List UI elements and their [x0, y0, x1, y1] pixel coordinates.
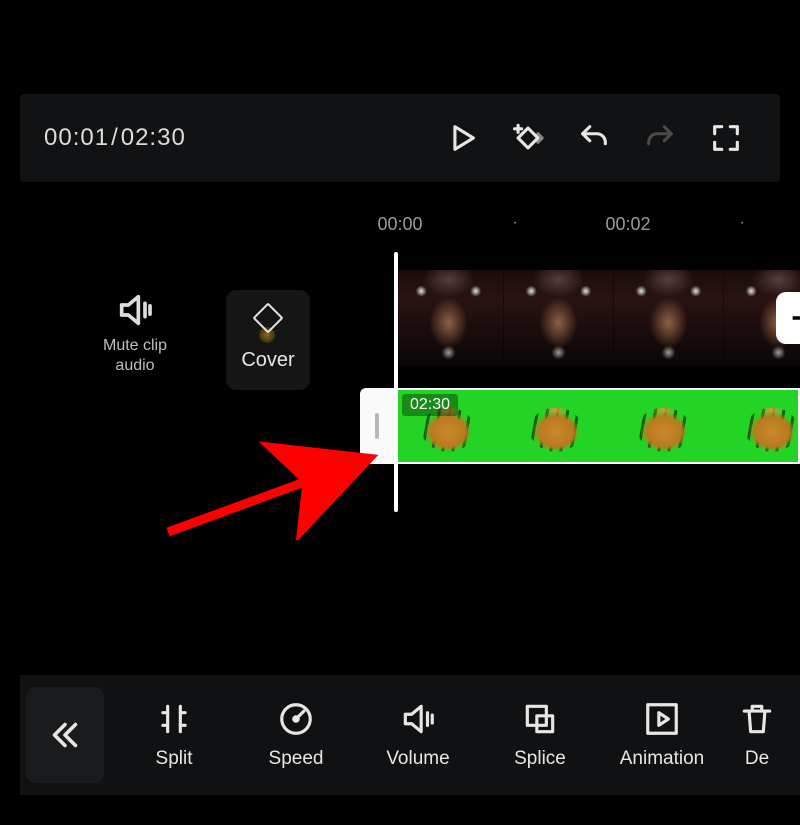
clip-thumbnail[interactable]	[394, 270, 504, 366]
ruler-dot: ·	[512, 214, 517, 232]
timecode-total: 02:30	[121, 124, 186, 152]
main-video-track[interactable]	[394, 270, 800, 366]
speed-icon	[277, 700, 315, 738]
set-cover-button[interactable]: Cover	[226, 290, 310, 390]
add-clip-button[interactable]	[776, 292, 800, 344]
add-keyframe-icon	[511, 121, 545, 155]
playback-bar: 00:01 / 02:30	[20, 94, 780, 182]
volume-icon	[399, 700, 437, 738]
undo-icon	[577, 121, 611, 155]
tool-speed[interactable]: Speed	[244, 700, 348, 770]
splice-icon	[521, 700, 559, 738]
overlay-thumbnail	[610, 390, 718, 462]
redo-button[interactable]	[630, 108, 690, 168]
undo-button[interactable]	[564, 108, 624, 168]
timecode-display: 00:01 / 02:30	[44, 124, 186, 152]
tool-splice[interactable]: Splice	[488, 700, 592, 770]
tool-volume[interactable]: Volume	[366, 700, 470, 770]
split-icon	[155, 700, 193, 738]
fullscreen-icon	[709, 121, 743, 155]
play-button[interactable]	[432, 108, 492, 168]
timeline-ruler: 00:00 · 00:02 ·	[360, 214, 780, 254]
plus-icon	[788, 304, 800, 332]
mute-label: Mute clip audio	[103, 336, 167, 376]
clip-thumbnail[interactable]	[504, 270, 614, 366]
ruler-dot: ·	[739, 214, 744, 232]
ruler-tick-0: 00:00	[377, 214, 422, 235]
tool-label: Volume	[386, 748, 449, 770]
speaker-icon	[115, 290, 155, 330]
redo-icon	[643, 121, 677, 155]
tool-label: De	[745, 748, 769, 770]
tool-label: Animation	[620, 748, 705, 770]
chevrons-left-icon	[47, 717, 83, 753]
tool-label: Speed	[269, 748, 324, 770]
fullscreen-button[interactable]	[696, 108, 756, 168]
tool-label: Split	[156, 748, 193, 770]
ruler-tick-1: 00:02	[605, 214, 650, 235]
overlay-thumbnail	[502, 390, 610, 462]
timecode-current: 00:01	[44, 124, 109, 152]
tool-split[interactable]: Split	[122, 700, 226, 770]
overlay-track[interactable]: 02:30	[360, 388, 800, 464]
overlay-thumbnail	[718, 390, 800, 462]
timeline-tracks[interactable]: 02:30	[360, 270, 800, 464]
overlay-clip-duration: 02:30	[402, 394, 458, 416]
edit-toolbar: Split Speed Volume Splice	[20, 675, 800, 795]
cover-edit-icon	[251, 309, 285, 343]
add-keyframe-button[interactable]	[498, 108, 558, 168]
toolbar-back-button[interactable]	[26, 687, 104, 783]
video-editor-frame: 00:01 / 02:30 00:00 ·	[0, 0, 800, 825]
cover-label: Cover	[241, 349, 294, 372]
clip-trim-handle-left[interactable]	[360, 388, 394, 464]
tool-animation[interactable]: Animation	[610, 700, 714, 770]
tool-label: Splice	[514, 748, 566, 770]
clip-thumbnail[interactable]	[614, 270, 724, 366]
play-icon	[445, 121, 479, 155]
animation-icon	[643, 700, 681, 738]
timecode-separator: /	[111, 124, 119, 152]
mute-clip-audio-button[interactable]: Mute clip audio	[90, 290, 180, 376]
tool-delete[interactable]: De	[732, 700, 782, 770]
delete-icon	[738, 700, 776, 738]
